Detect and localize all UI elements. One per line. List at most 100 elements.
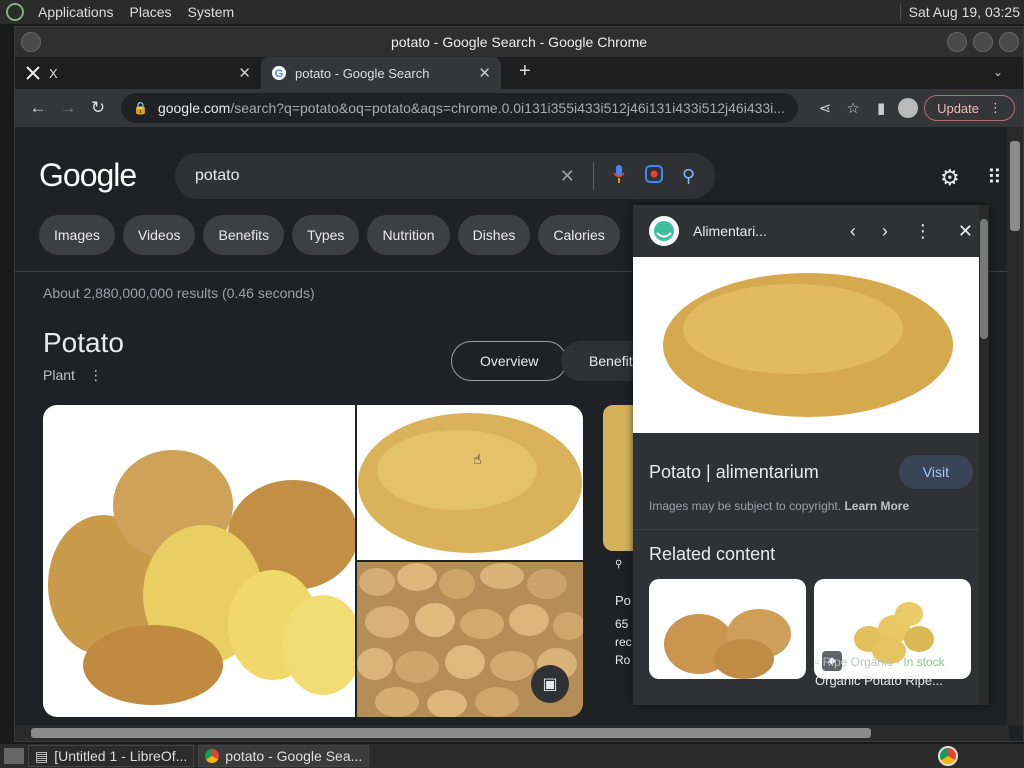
taskbar-item-libreoffice[interactable]: ▤ [Untitled 1 - LibreOf...: [28, 745, 195, 767]
profile-avatar[interactable]: [898, 98, 919, 118]
menu-places[interactable]: Places: [122, 4, 180, 20]
chip-benefits[interactable]: Benefits: [203, 215, 285, 255]
stock-status: In stock: [903, 655, 945, 669]
image-source-name[interactable]: Alimentari...: [693, 223, 767, 239]
alimentarium-logo-icon: [649, 216, 679, 246]
results-count: About 2,880,000,000 results (0.46 second…: [43, 285, 315, 301]
image-viewer-panel: Alimentari... ‹ › ⋮ ✕ Potato | alimentar…: [633, 205, 989, 705]
tab-overview[interactable]: Overview: [451, 341, 568, 381]
gear-icon[interactable]: ⚙: [940, 165, 960, 191]
learn-more-link[interactable]: Learn More: [844, 499, 909, 513]
store-icon: ▫: [815, 655, 820, 669]
reload-icon[interactable]: ↻: [83, 98, 113, 118]
close-tab-icon[interactable]: ✕: [238, 64, 251, 82]
more-vert-icon[interactable]: ⋮: [89, 367, 103, 383]
chip-videos[interactable]: Videos: [122, 215, 196, 255]
chip-calories[interactable]: Calories: [538, 215, 620, 255]
page-horizontal-scrollbar[interactable]: [15, 725, 1009, 741]
search-icon[interactable]: ⚲: [682, 166, 695, 187]
bookmark-star-icon[interactable]: ☆: [842, 99, 864, 117]
copyright-text: Images may be subject to copyright.: [649, 499, 842, 513]
potato-image-main[interactable]: [43, 405, 363, 717]
forward-icon[interactable]: →: [53, 98, 83, 118]
chip-images[interactable]: Images: [39, 215, 115, 255]
preview-title[interactable]: Potato | alimentarium: [649, 462, 819, 483]
knowledge-panel-title: Potato: [43, 327, 124, 358]
panel-scrollbar[interactable]: [979, 205, 989, 705]
tab-strip: X ✕ G potato - Google Search ✕ + ⌄: [15, 57, 1023, 89]
update-button[interactable]: Update ⋮: [924, 95, 1015, 121]
google-logo[interactable]: Google: [39, 157, 137, 194]
chevron-down-icon[interactable]: ⌄: [993, 65, 1003, 79]
new-tab-icon[interactable]: +: [519, 60, 531, 83]
microphone-icon[interactable]: [612, 164, 626, 189]
lens-icon[interactable]: [644, 164, 664, 189]
tab-x[interactable]: X ✕: [15, 57, 261, 89]
image-viewer-header: Alimentari... ‹ › ⋮ ✕: [633, 205, 989, 257]
chrome-tray-icon[interactable]: [938, 746, 958, 766]
google-icon: G: [271, 65, 287, 81]
window-title: potato - Google Search - Google Chrome: [390, 34, 648, 50]
tab-label: X: [49, 65, 58, 81]
snippet-title[interactable]: Po: [615, 593, 631, 608]
panel-scrollbar-thumb[interactable]: [980, 219, 988, 339]
chip-dishes[interactable]: Dishes: [457, 215, 531, 255]
x-logo-icon: [25, 65, 41, 81]
chip-types[interactable]: Types: [292, 215, 360, 255]
menu-system[interactable]: System: [180, 4, 243, 20]
preview-image[interactable]: [633, 257, 989, 433]
taskbar-item-chrome[interactable]: potato - Google Sea...: [198, 745, 370, 767]
update-label: Update: [937, 100, 979, 116]
potato-image-single[interactable]: ☝: [357, 405, 583, 560]
small-search-icon: ⚲: [615, 559, 623, 570]
maximize-button[interactable]: [973, 32, 993, 52]
distro-logo-icon[interactable]: [6, 3, 24, 21]
potato-image-partial[interactable]: [603, 405, 633, 551]
clock[interactable]: Sat Aug 19, 03:25: [899, 4, 1024, 20]
browser-toolbar: ← → ↻ 🔒 google.com /search?q=potato&oq=p…: [15, 89, 1023, 127]
minimize-button[interactable]: [947, 32, 967, 52]
show-desktop-icon[interactable]: [4, 748, 24, 764]
share-icon[interactable]: ⋖: [814, 99, 836, 117]
window-titlebar[interactable]: potato - Google Search - Google Chrome: [15, 27, 1023, 57]
potato-image-grid: ☝ ▣: [43, 405, 583, 717]
clear-icon[interactable]: ✕: [560, 166, 575, 187]
close-tab-icon[interactable]: ✕: [478, 64, 491, 82]
vertical-scrollbar-thumb[interactable]: [1010, 141, 1020, 231]
chevron-left-icon[interactable]: ‹: [850, 221, 856, 242]
filter-chips: Images Videos Benefits Types Nutrition D…: [39, 215, 620, 255]
divider: [592, 162, 594, 190]
address-bar[interactable]: 🔒 google.com /search?q=potato&oq=potato&…: [121, 93, 799, 123]
window-menu-button[interactable]: [21, 32, 41, 52]
related-source: ▫ Ripe Organic · In stock: [815, 655, 945, 669]
tab-label: potato - Google Search: [295, 65, 430, 81]
image-search-icon[interactable]: ▣: [531, 665, 569, 703]
search-input[interactable]: potato ✕ ⚲: [175, 153, 715, 199]
more-vert-icon[interactable]: ⋮: [914, 221, 932, 242]
chip-nutrition[interactable]: Nutrition: [367, 215, 450, 255]
related-source-name: Ripe Organic: [822, 655, 893, 669]
apps-grid-icon[interactable]: ⠿: [987, 165, 1002, 190]
page-vertical-scrollbar[interactable]: [1007, 127, 1023, 725]
potato-image-pile[interactable]: ▣: [357, 562, 583, 717]
back-icon[interactable]: ←: [23, 98, 53, 118]
snippet-line: rec: [615, 635, 632, 649]
side-panel-icon[interactable]: ▮: [870, 99, 892, 117]
browser-window: potato - Google Search - Google Chrome X…: [14, 26, 1024, 742]
close-window-button[interactable]: [999, 32, 1019, 52]
tab-google-search[interactable]: G potato - Google Search ✕: [261, 57, 501, 89]
lock-icon[interactable]: 🔒: [133, 101, 148, 115]
taskbar: ▤ [Untitled 1 - LibreOf... potato - Goog…: [0, 744, 1024, 768]
hand-cursor-icon: ☝: [473, 451, 482, 467]
related-image-1[interactable]: [649, 579, 806, 679]
close-icon[interactable]: ✕: [958, 221, 973, 242]
chevron-right-icon[interactable]: ›: [882, 221, 888, 242]
menu-applications[interactable]: Applications: [30, 4, 122, 20]
search-results-page: Google potato ✕ ⚲ ⚙ ⠿ Images Videos Bene…: [15, 127, 1023, 741]
url-path: /search?q=potato&oq=potato&aqs=chrome.0.…: [230, 100, 785, 116]
related-product-name[interactable]: Organic Potato Ripe...: [815, 673, 943, 688]
snippet-line: 65: [615, 617, 629, 631]
horizontal-scrollbar-thumb[interactable]: [31, 728, 871, 738]
visit-button[interactable]: Visit: [898, 455, 973, 489]
taskbar-item-label: [Untitled 1 - LibreOf...: [54, 748, 188, 764]
